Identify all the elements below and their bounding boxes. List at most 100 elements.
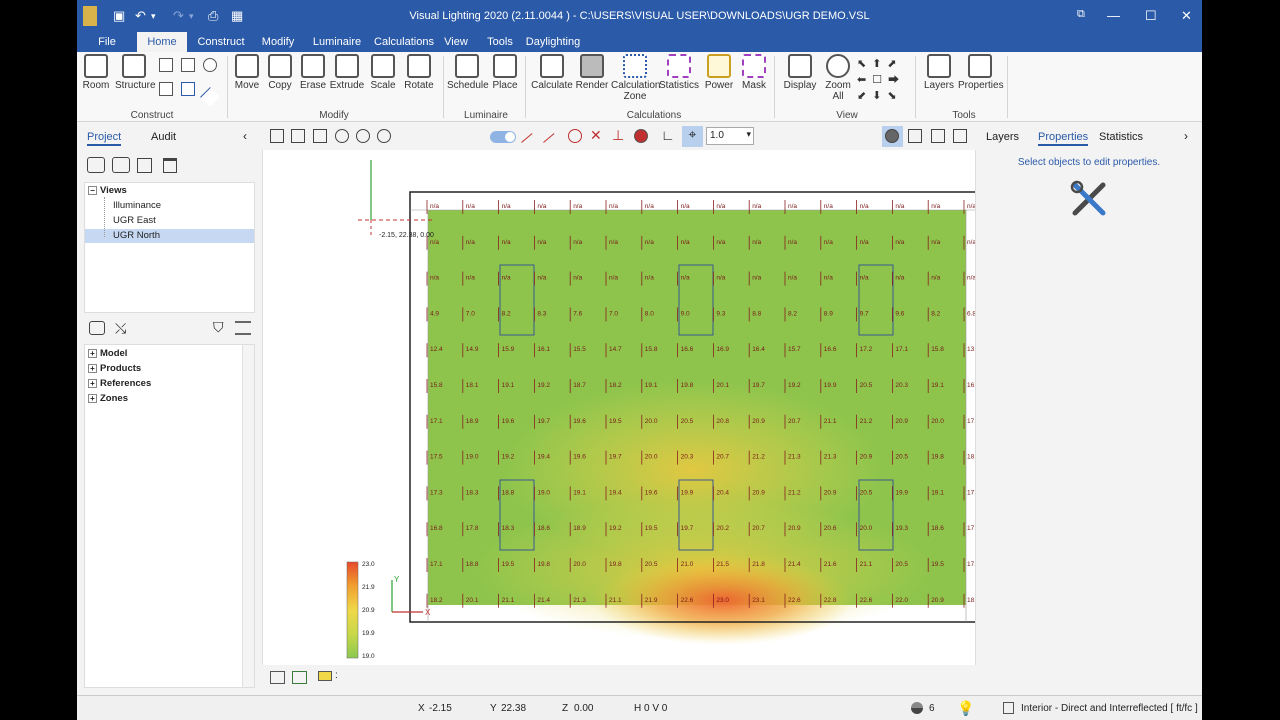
circle-tool-icon[interactable] [203, 58, 217, 72]
save-view-icon[interactable] [137, 158, 152, 173]
binoculars-icon[interactable] [89, 321, 105, 335]
tab-luminaire[interactable]: Luminaire [309, 32, 365, 52]
tab-calculations[interactable]: Calculations [371, 32, 437, 52]
tab-tools[interactable]: Tools [485, 32, 515, 52]
grid-point-value: n/a [895, 203, 904, 210]
layout-view-icon[interactable] [270, 671, 285, 684]
snap-intersection-icon[interactable]: ✕ [590, 127, 602, 144]
line-tool-icon[interactable] [200, 87, 220, 107]
snap-toggle[interactable] [490, 131, 516, 143]
list-options-icon[interactable] [235, 321, 251, 335]
tab-construct[interactable]: Construct [193, 32, 249, 52]
tab-home[interactable]: Home [137, 32, 187, 52]
tab-properties[interactable]: Properties [1038, 131, 1089, 146]
collapse-panel-icon[interactable]: ‹ [243, 129, 247, 143]
view-direction-arrows-icon[interactable]: ⬉⬆⬈ ⬅☐⮕ ⬋⬇⬊ [857, 56, 909, 104]
display-button[interactable]: Display [780, 54, 820, 91]
calculate-button[interactable]: Calculate [530, 54, 574, 91]
line-width-select[interactable]: 1.0 ▾ [706, 127, 754, 145]
power-button[interactable]: Power [701, 54, 737, 91]
tree-item-references[interactable]: + References [88, 377, 151, 391]
snap-center-icon[interactable] [568, 129, 582, 143]
rectangle-tool-icon[interactable] [159, 58, 173, 72]
polyline-tool-icon[interactable] [181, 82, 195, 96]
expand-panel-icon[interactable]: › [1184, 129, 1188, 143]
tab-audit[interactable]: Audit [151, 131, 176, 143]
zoom-previous-icon[interactable] [377, 129, 391, 143]
zoom-window-icon[interactable] [313, 129, 327, 143]
wireframe-view-icon[interactable] [931, 129, 945, 143]
expand-icon[interactable]: + [88, 393, 97, 403]
tab-file[interactable]: File [89, 32, 125, 52]
structure-button[interactable]: Structure [115, 54, 156, 91]
add-camera-icon[interactable] [112, 157, 130, 173]
tab-view[interactable]: View [443, 32, 469, 52]
schedule-button[interactable]: Schedule [447, 54, 489, 91]
delete-view-icon[interactable] [163, 158, 177, 173]
grid-point-value: n/a [931, 275, 940, 282]
tree-item-references-label: References [100, 378, 152, 389]
calculation-zone-button[interactable]: Calculation Zone [611, 54, 660, 102]
crosshair-icon[interactable]: ⌖ [682, 126, 703, 147]
shaded-view-button[interactable] [882, 126, 903, 147]
view-item-ugr-north[interactable]: UGR North [85, 229, 254, 243]
grid-view-icon[interactable] [908, 129, 922, 143]
ugr-plan-drawing[interactable]: n/a n/a n/a n/a n/a n/a n/a n/a n/a n/a n/a n/a n/a n… [263, 150, 976, 665]
tree-item-zones[interactable]: + Zones [88, 392, 128, 406]
views-header[interactable]: − Views [88, 184, 127, 198]
ortho-icon[interactable]: ∟ [661, 127, 675, 143]
expand-icon[interactable]: + [88, 363, 97, 373]
calculation-mode: Interior - Direct and Interreflected [ f… [1021, 703, 1198, 714]
grid-point-value: 21.5 [716, 561, 729, 568]
tab-modify[interactable]: Modify [257, 32, 299, 52]
polygon-tool-icon[interactable] [159, 82, 173, 96]
tab-project[interactable]: Project [87, 131, 122, 146]
place-button[interactable]: Place [490, 54, 520, 91]
view-item-ugr-east[interactable]: UGR East [113, 214, 156, 228]
tab-layers[interactable]: Layers [986, 131, 1019, 143]
minimize-button[interactable]: — [1107, 8, 1120, 23]
room-icon [84, 54, 108, 78]
zoom-all-button[interactable]: Zoom All [822, 54, 854, 102]
scale-button[interactable]: Scale [368, 54, 398, 91]
model-view-icon[interactable] [292, 671, 307, 684]
properties-button[interactable]: Properties [958, 54, 1004, 91]
clear-selection-icon[interactable]: ⤯ [115, 320, 126, 337]
zoom-home-icon[interactable] [291, 129, 305, 143]
hidden-line-view-icon[interactable] [953, 129, 967, 143]
move-button[interactable]: Move [232, 54, 262, 91]
collapse-icon[interactable]: − [88, 185, 97, 195]
zoom-in-icon[interactable] [335, 129, 349, 143]
room-button[interactable]: Room [81, 54, 111, 91]
mask-button[interactable]: Mask [739, 54, 769, 91]
tree-scrollbar[interactable] [242, 345, 254, 687]
layers-button[interactable]: Layers [922, 54, 956, 91]
copy-button[interactable]: Copy [265, 54, 295, 91]
sheet-icon[interactable] [318, 671, 332, 681]
tab-daylighting[interactable]: Daylighting [525, 32, 581, 52]
erase-button[interactable]: Erase [298, 54, 328, 91]
restore-icon[interactable]: ⧉ [1077, 8, 1085, 21]
close-button[interactable]: ✕ [1181, 8, 1192, 24]
tree-item-model[interactable]: + Model [88, 347, 127, 361]
expand-icon[interactable]: + [88, 348, 97, 358]
tree-item-products[interactable]: + Products [88, 362, 141, 376]
expand-icon[interactable]: + [88, 378, 97, 388]
group-tools-label: Tools [952, 110, 976, 121]
zoom-extents-icon[interactable] [270, 129, 284, 143]
tab-statistics[interactable]: Statistics [1099, 131, 1143, 143]
add-view-icon[interactable] [87, 157, 105, 173]
square-tool-icon[interactable] [181, 58, 195, 72]
view-item-illuminance[interactable]: Illuminance [113, 199, 161, 213]
render-button[interactable]: Render [575, 54, 609, 91]
statistics-button[interactable]: Statistics [659, 54, 699, 91]
extrude-button[interactable]: Extrude [329, 54, 365, 91]
rotate-button[interactable]: Rotate [402, 54, 436, 91]
snap-object-icon[interactable] [634, 129, 648, 143]
zoom-out-icon[interactable] [356, 129, 370, 143]
snap-perpendicular-icon[interactable]: ⊥ [612, 127, 624, 144]
maximize-button[interactable]: ☐ [1145, 8, 1157, 24]
filter-icon[interactable]: ⛉ [213, 319, 224, 336]
lightbulb-icon[interactable]: 💡 [957, 700, 974, 717]
drawing-viewport[interactable]: n/a n/a n/a n/a n/a n/a n/a n/a n/a n/a n/a n/a n/a n… [262, 150, 976, 665]
